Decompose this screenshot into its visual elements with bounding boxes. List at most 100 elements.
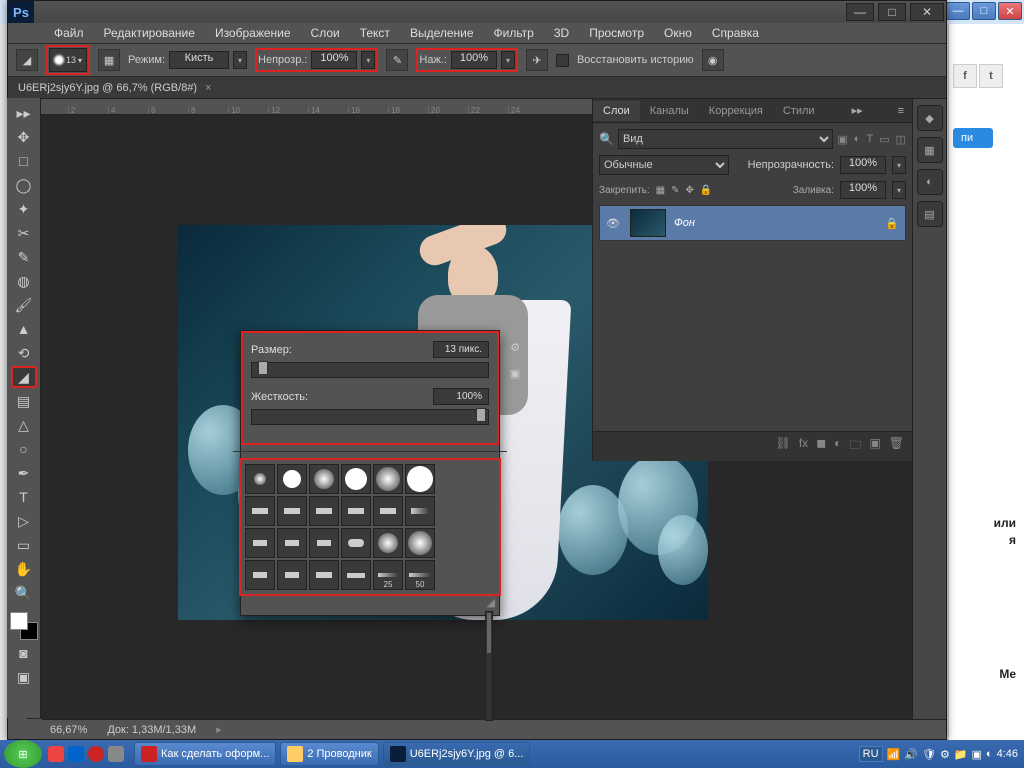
blur-tool[interactable]: △ [11,414,37,436]
window-minimize-button[interactable]: — [846,3,874,21]
menu-type[interactable]: Текст [352,24,398,42]
os-minimize-button[interactable]: — [946,2,970,20]
fill-input[interactable]: 100% [840,181,886,199]
brush-preset[interactable] [309,496,339,526]
clock[interactable]: 4:46 [997,748,1018,760]
menu-help[interactable]: Справка [704,24,767,42]
lock-move-icon[interactable]: ✥ [686,185,694,196]
menu-layer[interactable]: Слои [303,24,348,42]
menu-edit[interactable]: Редактирование [96,24,203,42]
brush-preset[interactable] [309,464,339,494]
filter-shape-icon[interactable]: ▭ [879,133,889,146]
screenmode-icon[interactable]: ▣ [11,666,37,688]
heal-tool[interactable]: ◍ [11,270,37,292]
fx-icon[interactable]: fx [799,436,808,457]
brush-preset[interactable] [245,496,275,526]
brush-preset-picker[interactable]: 13 ▾ [49,48,87,72]
shape-tool[interactable]: ▭ [11,534,37,556]
mode-select[interactable]: Кисть [169,51,229,69]
taskbar-item[interactable]: U6ERj2sjy6Y.jpg @ 6... [383,742,531,766]
move-tool[interactable]: ✥ [11,126,37,148]
brush-preset[interactable]: 25 [373,560,403,590]
start-button[interactable]: ⊞ [4,740,42,768]
brush-preset[interactable] [309,560,339,590]
tray-icon[interactable]: 📁 [954,748,968,761]
lock-position-icon[interactable]: ✎ [671,185,679,196]
popup-resize-handle[interactable]: ◢ [241,594,499,611]
os-maximize-button[interactable]: □ [972,2,996,20]
window-maximize-button[interactable]: □ [878,3,906,21]
lock-pixels-icon[interactable]: ▦ [656,185,665,196]
filter-adjust-icon[interactable]: ◐ [854,133,861,146]
brush-preset[interactable] [373,528,403,558]
brush-tool[interactable]: 🖌 [11,294,37,316]
panel-expand-icon[interactable]: ▸▸ [844,104,871,117]
brush-preset[interactable] [309,528,339,558]
layer-opacity-arrow[interactable]: ▾ [892,156,906,174]
layer-opacity-input[interactable]: 100% [840,156,886,174]
brush-grid-scrollbar[interactable] [485,611,493,721]
brush-preset[interactable] [405,464,435,494]
pressure-size-icon[interactable]: ◉ [702,49,724,71]
filter-type-icon[interactable]: T [866,133,873,146]
brush-preset[interactable] [341,496,371,526]
dock-adjustments-icon[interactable]: ◐ [917,169,943,195]
brush-preset[interactable] [245,560,275,590]
brush-preset[interactable] [277,496,307,526]
brush-preset[interactable] [373,464,403,494]
menu-image[interactable]: Изображение [207,24,299,42]
tab-layers[interactable]: Слои [593,101,640,121]
layer-filter-kind[interactable]: Вид [618,129,833,149]
gradient-tool[interactable]: ▤ [11,390,37,412]
os-close-button[interactable]: ✕ [998,2,1022,20]
brush-preset[interactable] [277,560,307,590]
twitter-icon[interactable]: t [979,64,1003,88]
window-close-button[interactable]: ✕ [910,3,944,21]
tab-adjustments[interactable]: Коррекция [699,101,773,121]
mask-icon[interactable]: ◼ [816,436,826,457]
brush-hardness-input[interactable]: 100% [433,388,489,405]
menu-window[interactable]: Окно [656,24,700,42]
menu-filter[interactable]: Фильтр [486,24,542,42]
brush-size-slider[interactable] [251,362,489,378]
tray-icon[interactable]: 🛡 [922,748,936,761]
tray-icon[interactable]: ⚙ [940,748,950,761]
menu-select[interactable]: Выделение [402,24,482,42]
flow-input[interactable]: 100% [451,51,497,69]
collapse-icon[interactable]: ▸▸ [11,102,37,124]
quick-launch-opera-icon[interactable] [88,746,104,762]
opacity-input[interactable]: 100% [311,51,357,69]
path-tool[interactable]: ▷ [11,510,37,532]
pen-tool[interactable]: ✒ [11,462,37,484]
menu-3d[interactable]: 3D [546,24,577,42]
facebook-icon[interactable]: f [953,64,977,88]
adjustment-icon[interactable]: ◐ [834,436,841,457]
taskbar-item[interactable]: Как сделать оформ... [134,742,276,766]
zoom-tool[interactable]: 🔍 [11,582,37,604]
doc-size[interactable]: Док: 1,33M/1,33M [107,724,196,736]
quick-launch-icon[interactable] [68,746,84,762]
taskbar-item[interactable]: 2 Проводник [280,742,378,766]
layer-thumbnail[interactable] [630,209,666,237]
filter-smart-icon[interactable]: ◫ [896,133,906,146]
zoom-level[interactable]: 66,67% [50,724,87,736]
tray-icon[interactable]: 📶 [887,748,901,761]
brush-preset[interactable] [245,464,275,494]
tab-close-icon[interactable]: × [205,82,211,94]
mode-dropdown-arrow[interactable]: ▾ [233,51,247,69]
brush-preset[interactable] [277,464,307,494]
delete-layer-icon[interactable]: 🗑 [889,436,904,457]
brush-preset[interactable] [245,528,275,558]
marquee-tool[interactable]: □ [11,150,37,172]
fill-arrow[interactable]: ▾ [892,181,906,199]
eraser-tool[interactable]: ◢ [11,366,37,388]
link-layers-icon[interactable]: ⛓ [776,436,791,457]
brush-preset[interactable]: 50 [405,560,435,590]
brush-panel-toggle[interactable]: ▦ [98,49,120,71]
airbrush-icon[interactable]: ✈ [526,49,548,71]
tab-channels[interactable]: Каналы [640,101,699,121]
quickmask-icon[interactable]: ◙ [11,642,37,664]
popup-new-icon[interactable]: ▣ [505,363,525,383]
tab-styles[interactable]: Стили [773,101,825,121]
pressure-opacity-icon[interactable]: ✎ [386,49,408,71]
